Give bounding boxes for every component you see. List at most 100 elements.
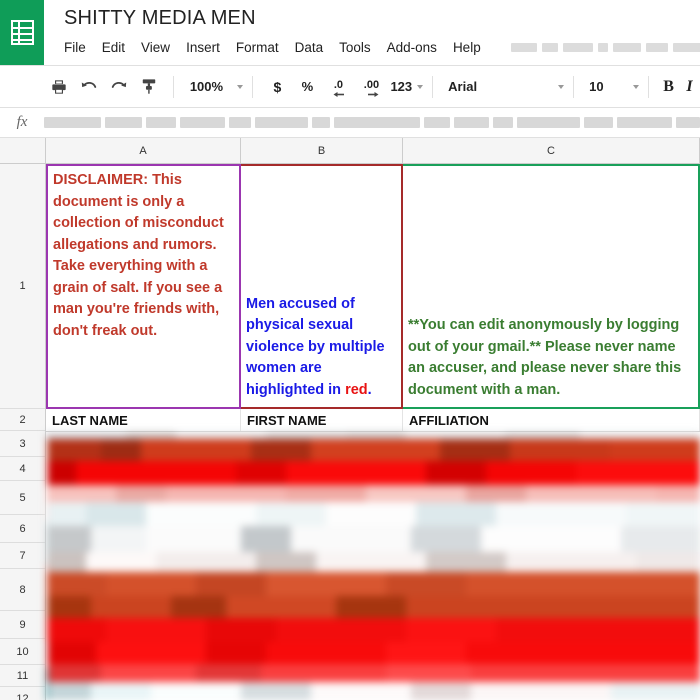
row-header-1[interactable]: 1 bbox=[0, 164, 45, 409]
sheets-logo[interactable] bbox=[0, 0, 44, 65]
spreadsheet-grid: 1 2 3 4 5 6 7 8 9 10 11 12 DISCLAIMER: This documen… bbox=[0, 164, 700, 700]
redacted-row-band bbox=[46, 682, 700, 700]
redacted-cell-block bbox=[101, 664, 196, 682]
undo-button[interactable] bbox=[74, 73, 104, 101]
row-header-11[interactable]: 11 bbox=[0, 665, 45, 687]
redacted-cell-block bbox=[206, 642, 266, 664]
zoom-selector[interactable]: 100% bbox=[183, 79, 244, 94]
cell-a1[interactable]: DISCLAIMER: This document is only a coll… bbox=[46, 164, 241, 409]
document-title[interactable]: SHITTY MEDIA MEN bbox=[64, 4, 700, 32]
menu-view[interactable]: View bbox=[141, 38, 179, 57]
increase-decimal-button[interactable]: .00 bbox=[354, 73, 388, 101]
redacted-cell-block bbox=[316, 552, 426, 572]
menu-file[interactable]: File bbox=[64, 38, 95, 57]
toolbar-divider-5 bbox=[648, 75, 650, 98]
redacted-formula-block bbox=[676, 117, 700, 128]
bold-button[interactable]: B bbox=[658, 73, 679, 101]
row-1: DISCLAIMER: This document is only a coll… bbox=[46, 164, 700, 409]
cell-a1-text: DISCLAIMER: This document is only a coll… bbox=[53, 172, 224, 339]
paint-format-button[interactable] bbox=[134, 73, 164, 101]
row-header-9[interactable]: 9 bbox=[0, 611, 45, 639]
redacted-cell-block bbox=[466, 485, 526, 502]
redacted-menu-block bbox=[672, 42, 700, 52]
menu-data[interactable]: Data bbox=[295, 38, 333, 57]
font-size-selector[interactable]: 10 bbox=[583, 79, 640, 94]
row-header-2[interactable]: 2 bbox=[0, 409, 45, 431]
menu-format[interactable]: Format bbox=[236, 38, 288, 57]
italic-button[interactable]: I bbox=[679, 73, 700, 101]
redacted-cell-block bbox=[510, 439, 611, 461]
menu-redacted-items bbox=[510, 42, 700, 52]
redacted-cell-block bbox=[610, 439, 700, 461]
sheets-grid-icon bbox=[10, 20, 34, 45]
redacted-formula-block bbox=[254, 117, 308, 128]
row-header-10[interactable]: 10 bbox=[0, 639, 45, 665]
redacted-cell-block bbox=[261, 664, 386, 682]
redo-button[interactable] bbox=[104, 73, 134, 101]
redacted-menu-block bbox=[562, 42, 593, 52]
column-header-b[interactable]: B bbox=[241, 138, 403, 163]
print-button[interactable] bbox=[44, 73, 74, 101]
percent-format-button[interactable]: % bbox=[292, 73, 322, 101]
formula-input[interactable] bbox=[44, 116, 700, 130]
menu-tools[interactable]: Tools bbox=[339, 38, 380, 57]
row-header-12[interactable]: 12 bbox=[0, 687, 45, 700]
redacted-formula-block bbox=[179, 117, 226, 128]
redacted-cell-block bbox=[46, 664, 101, 682]
redacted-cell-block bbox=[471, 664, 601, 682]
cell-a2[interactable]: LAST NAME bbox=[46, 409, 241, 431]
row-header-3[interactable]: 3 bbox=[0, 431, 45, 457]
redacted-cell-block bbox=[146, 502, 256, 526]
number-format-label: 123 bbox=[390, 79, 413, 94]
row-header-8[interactable]: 8 bbox=[0, 569, 45, 611]
redacted-cell-block bbox=[146, 526, 241, 552]
redacted-cell-block bbox=[256, 502, 326, 526]
column-header-c[interactable]: C bbox=[403, 138, 700, 163]
menu-add-ons[interactable]: Add-ons bbox=[387, 38, 446, 57]
cell-b2[interactable]: FIRST NAME bbox=[241, 409, 403, 431]
formula-bar: fx bbox=[0, 108, 700, 138]
redacted-cell-block bbox=[291, 526, 411, 552]
row-header-7[interactable]: 7 bbox=[0, 543, 45, 569]
row-header-5[interactable]: 5 bbox=[0, 481, 45, 515]
redacted-formula-block bbox=[493, 117, 513, 128]
column-header-a[interactable]: A bbox=[46, 138, 241, 163]
font-family-selector[interactable]: Arial bbox=[442, 79, 565, 94]
decrease-decimal-button[interactable]: .0 bbox=[322, 73, 354, 101]
redacted-cell-block bbox=[91, 596, 171, 618]
redacted-row-band bbox=[46, 502, 700, 526]
redacted-formula-block bbox=[146, 117, 176, 128]
redacted-cell-block bbox=[406, 618, 496, 642]
cell-c1[interactable]: **You can edit anonymously by logging ou… bbox=[403, 164, 700, 409]
redacted-menu-block bbox=[645, 42, 668, 52]
select-all-corner[interactable] bbox=[0, 138, 46, 163]
toolbar: 100% $ % .0 .00 123 Arial 10 B I bbox=[0, 65, 700, 108]
redacted-cell-block bbox=[471, 682, 611, 700]
menu-help[interactable]: Help bbox=[453, 38, 490, 57]
redacted-cell-block bbox=[311, 682, 411, 700]
redacted-formula-block bbox=[617, 117, 673, 128]
cell-c2[interactable]: AFFILIATION bbox=[403, 409, 700, 431]
redacted-cell-block bbox=[166, 485, 286, 502]
row-header-6[interactable]: 6 bbox=[0, 515, 45, 543]
number-format-selector[interactable]: 123 bbox=[390, 79, 424, 94]
redacted-formula-block bbox=[333, 117, 421, 128]
redacted-menu-block bbox=[612, 42, 641, 52]
cell-b1-text: Men accused of physical sexual violence … bbox=[246, 294, 396, 402]
redacted-cell-block bbox=[426, 461, 486, 485]
redacted-cell-block bbox=[486, 461, 576, 485]
row-header-4[interactable]: 4 bbox=[0, 457, 45, 481]
redacted-row-band bbox=[46, 439, 700, 461]
redacted-cell-block bbox=[286, 461, 426, 485]
redacted-data-rows[interactable] bbox=[46, 432, 700, 700]
app-header: SHITTY MEDIA MEN File Edit View Insert F… bbox=[0, 0, 700, 65]
redacted-cell-block bbox=[265, 432, 346, 439]
redacted-cell-block bbox=[266, 642, 386, 664]
menu-edit[interactable]: Edit bbox=[102, 38, 134, 57]
menu-insert[interactable]: Insert bbox=[186, 38, 229, 57]
toolbar-left-spacer bbox=[4, 86, 44, 87]
redacted-cell-block bbox=[46, 502, 86, 526]
currency-format-button[interactable]: $ bbox=[262, 73, 292, 101]
menu-bar: File Edit View Insert Format Data Tools … bbox=[64, 34, 700, 60]
cell-b1[interactable]: Men accused of physical sexual violence … bbox=[241, 164, 403, 409]
